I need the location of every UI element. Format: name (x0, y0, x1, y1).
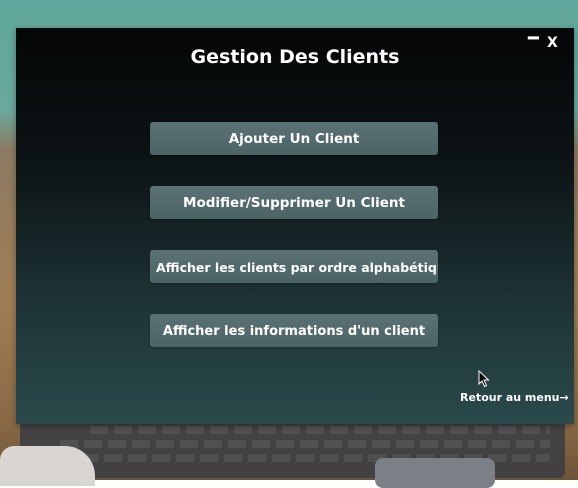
client-info-button[interactable]: Afficher les informations d'un client (150, 314, 438, 347)
back-to-menu-link[interactable]: Retour au menu→ (460, 391, 569, 404)
close-button[interactable]: X (547, 35, 558, 51)
background-object (0, 446, 95, 486)
background-object (375, 458, 495, 488)
mouse-pointer-icon (478, 370, 490, 388)
background-key-row (90, 426, 550, 434)
edit-delete-client-button[interactable]: Modifier/Supprimer Un Client (150, 186, 438, 219)
add-client-button[interactable]: Ajouter Un Client (150, 122, 438, 155)
window-title: Gestion Des Clients (190, 46, 400, 68)
client-management-window: Gestion Des Clients ━ X Ajouter Un Clien… (16, 28, 574, 424)
list-clients-alphabetical-button[interactable]: Afficher les clients par ordre alphabéti… (150, 250, 438, 283)
minimize-button[interactable]: ━ (528, 30, 539, 48)
background-key-row (60, 440, 550, 448)
